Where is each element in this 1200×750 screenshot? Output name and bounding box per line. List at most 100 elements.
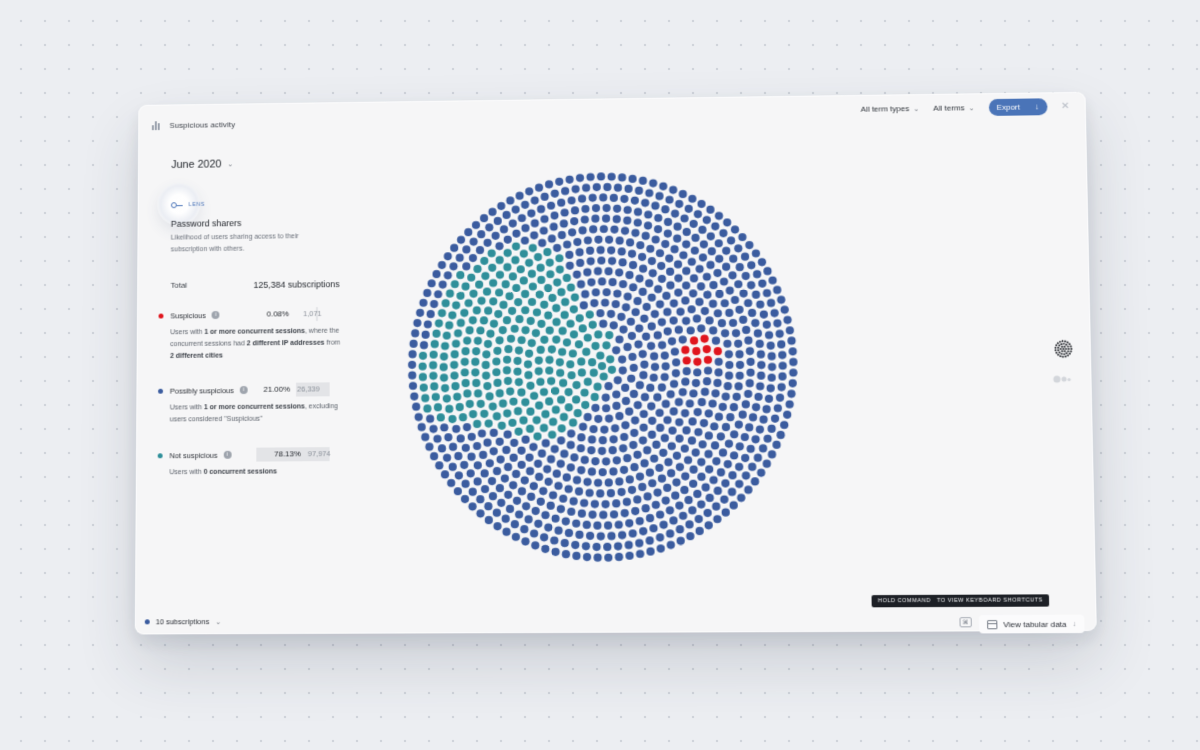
- subscription-dot: [643, 303, 652, 312]
- subscription-dot: [655, 249, 665, 258]
- period-selector[interactable]: June 2020 ⌄: [171, 158, 233, 171]
- subscription-dot: [473, 264, 482, 274]
- subscription-dot: [550, 211, 559, 220]
- dot-grid-icon-dot: [1066, 341, 1069, 344]
- subscription-dot: [729, 403, 739, 412]
- info-icon[interactable]: i: [211, 311, 220, 320]
- subscription-dot: [553, 336, 562, 345]
- subscription-dot: [581, 204, 590, 214]
- subscription-dot: [669, 316, 678, 325]
- subscription-dot: [693, 357, 702, 366]
- subscription-dot: [613, 289, 622, 298]
- subscription-dot: [775, 393, 785, 402]
- subscription-dot: [535, 367, 544, 376]
- dot-grid-icon-dot: [1068, 352, 1071, 355]
- export-button[interactable]: Export ↓: [988, 98, 1048, 116]
- subscription-dot: [546, 454, 555, 463]
- subscription-dot: [762, 320, 771, 329]
- legend-unit[interactable]: 10 subscriptions ⌄: [144, 617, 221, 626]
- subscription-dot: [643, 221, 653, 230]
- subscription-dot: [722, 262, 731, 272]
- subscription-dot: [704, 449, 713, 459]
- subscription-dot: [430, 339, 439, 349]
- subscription-dot: [576, 432, 585, 441]
- terms-dropdown[interactable]: All terms ⌄: [933, 103, 974, 112]
- category-suspicious[interactable]: Suspicious i 0.08% 1,071 Users with 1 or…: [158, 307, 340, 363]
- subscription-dot: [657, 383, 667, 392]
- subscription-dot: [726, 413, 735, 422]
- subscription-dot: [715, 255, 724, 264]
- subscription-dot: [460, 357, 469, 366]
- subscription-dot: [522, 502, 531, 511]
- term-types-dropdown[interactable]: All term types ⌄: [861, 104, 920, 114]
- subscription-dot: [512, 496, 522, 505]
- close-icon[interactable]: ✕: [1061, 101, 1070, 112]
- info-icon[interactable]: i: [223, 450, 232, 459]
- subscription-dot: [672, 451, 682, 460]
- subscription-dot: [666, 267, 675, 276]
- subscription-dot: [610, 424, 620, 433]
- subscription-dot: [699, 418, 709, 428]
- subscription-dot: [631, 506, 640, 516]
- subscription-dot: [668, 426, 677, 435]
- subscription-dot: [751, 435, 760, 444]
- subscription-dot: [767, 450, 777, 459]
- export-label: Export: [996, 102, 1021, 112]
- subscription-dot: [755, 382, 765, 391]
- subscription-dot: [731, 329, 741, 338]
- subscription-dot: [722, 247, 732, 256]
- subscription-dot: [630, 463, 639, 472]
- toggle-icon[interactable]: [1053, 375, 1076, 383]
- subscription-dot: [471, 357, 480, 367]
- subscription-dot: [537, 205, 546, 214]
- subscription-dot: [516, 265, 525, 274]
- subscription-dot: [714, 412, 724, 422]
- subscription-dot: [483, 372, 492, 381]
- subscription-dot: [564, 484, 573, 494]
- category-not-suspicious[interactable]: Not suspicious i 78.13% 97,974 Users wit…: [157, 447, 341, 479]
- dot-visualization[interactable]: [403, 165, 805, 568]
- subscription-dot: [732, 392, 741, 401]
- subscription-dot: [785, 326, 795, 335]
- subscription-dot: [451, 382, 460, 391]
- subscription-dot: [730, 225, 740, 234]
- subscription-dot: [669, 185, 678, 195]
- subscription-dot: [574, 487, 584, 496]
- subscription-dot: [559, 494, 568, 503]
- subscription-dot: [418, 372, 427, 382]
- view-tabular-data-button[interactable]: View tabular data ↓: [978, 614, 1085, 634]
- subscription-dot: [450, 360, 459, 370]
- category-possibly-suspicious[interactable]: Possibly suspicious i 21.00% 26,339 User…: [158, 382, 341, 426]
- category-header: Suspicious i 0.08% 1,071: [158, 307, 341, 323]
- subscription-dot: [429, 350, 438, 359]
- dot-grid-icon-dot: [1059, 340, 1062, 343]
- subscription-dot: [450, 371, 459, 380]
- subscription-dot: [648, 269, 657, 278]
- subscription-dot: [593, 553, 602, 562]
- subscription-dot: [585, 531, 595, 540]
- subscription-dot: [573, 408, 582, 417]
- subscription-dot: [486, 392, 495, 402]
- subscription-dot: [725, 286, 734, 295]
- subscription-dot: [450, 350, 459, 359]
- lens-tag[interactable]: LENS: [171, 202, 205, 208]
- info-icon[interactable]: i: [239, 386, 248, 395]
- subscription-dot: [433, 435, 442, 444]
- subscription-dot: [491, 231, 500, 240]
- subscription-dot: [524, 452, 533, 462]
- subscription-dot: [467, 501, 476, 510]
- subscription-dot: [564, 528, 574, 538]
- subscription-dot: [540, 300, 549, 309]
- legend-dot: [144, 619, 150, 625]
- subscription-dot: [499, 300, 508, 310]
- subscription-dot: [570, 293, 579, 302]
- hint-part-2: TO VIEW KEYBOARD SHORTCUTS: [936, 597, 1043, 605]
- subscription-dot: [497, 421, 507, 430]
- subscription-dot: [503, 366, 512, 376]
- subscription-dot: [530, 196, 539, 205]
- subscription-dot: [734, 420, 743, 429]
- command-key-icon[interactable]: ⌘: [959, 617, 972, 628]
- dot-grid-icon[interactable]: [1054, 340, 1073, 358]
- subscription-dot: [735, 350, 744, 359]
- subscription-dot: [533, 252, 543, 262]
